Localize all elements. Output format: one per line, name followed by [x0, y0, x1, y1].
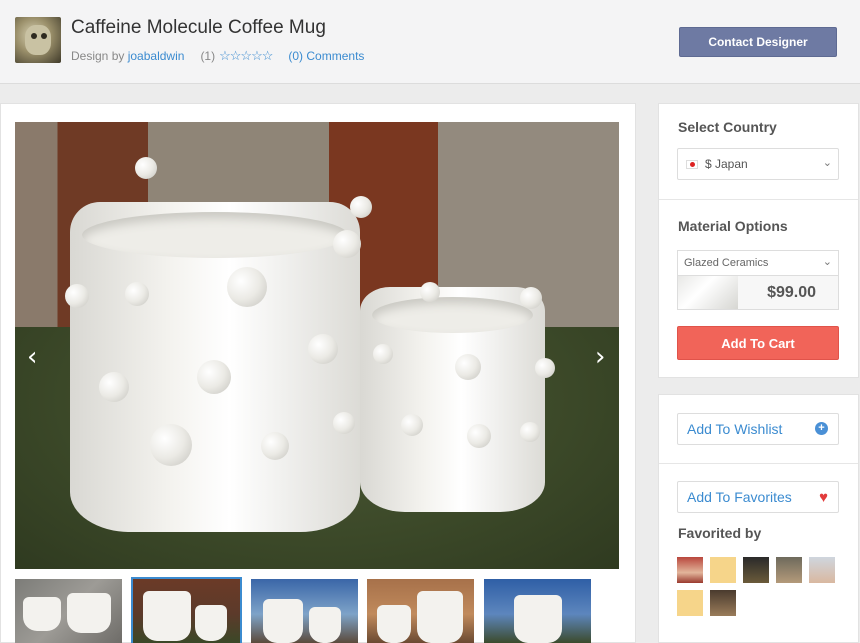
molecule-atom [125, 282, 149, 306]
avatar[interactable] [710, 557, 736, 583]
designer-avatar[interactable] [15, 17, 61, 63]
thumbnail[interactable] [484, 579, 591, 643]
design-by-label: Design by [71, 49, 125, 63]
purchase-panel: Select Country $ Japan ⌄ Material Option… [658, 103, 859, 378]
divider [659, 199, 858, 200]
molecule-atom [420, 282, 440, 302]
country-select[interactable]: $ Japan ⌄ [677, 148, 839, 180]
material-value: Glazed Ceramics [684, 257, 769, 269]
price-row: $99.00 [677, 276, 839, 310]
favorites-label: Add To Favorites [687, 489, 792, 505]
thumbnail[interactable] [15, 579, 122, 643]
molecule-atom [135, 157, 157, 179]
product-title: Caffeine Molecule Coffee Mug [71, 17, 326, 38]
rating-count: (1) [200, 49, 216, 63]
molecule-atom [333, 230, 361, 258]
gallery-next-arrow-icon[interactable]: › [595, 342, 605, 372]
material-options-label: Material Options [678, 218, 788, 234]
thumbnail-active[interactable] [131, 577, 242, 643]
molecule-atom [99, 372, 129, 402]
molecule-atom [333, 412, 355, 434]
molecule-atom [197, 360, 231, 394]
molecule-atom [150, 424, 192, 466]
molecule-atom [520, 422, 540, 442]
designer-link[interactable]: joabaldwin [128, 49, 185, 63]
thumbnail[interactable] [251, 579, 358, 643]
avatar-eye [41, 33, 47, 39]
product-photo[interactable]: ‹ › [15, 122, 619, 569]
molecule-atom [520, 287, 542, 309]
plus-icon: + [815, 422, 828, 435]
japan-flag-icon [686, 159, 698, 169]
mug-rim [82, 212, 348, 258]
rating-stars-icon[interactable]: ☆☆☆☆☆ [219, 48, 273, 64]
gallery-thumbnails [15, 577, 619, 643]
molecule-atom [308, 334, 338, 364]
add-to-cart-button[interactable]: Add To Cart [677, 326, 839, 360]
molecule-atom [467, 424, 491, 448]
avatar-face [25, 25, 51, 55]
avatar[interactable] [743, 557, 769, 583]
heart-icon: ♥ [819, 489, 828, 506]
chevron-down-icon: ⌄ [822, 157, 832, 169]
country-value: $ Japan [705, 157, 748, 171]
divider [659, 463, 858, 464]
product-meta: Design by joabaldwin (1) ☆☆☆☆☆ (0) Comme… [71, 48, 364, 64]
small-mug [360, 287, 545, 512]
molecule-atom [401, 414, 423, 436]
molecule-atom [535, 358, 555, 378]
wishlist-label: Add To Wishlist [687, 421, 783, 437]
social-panel: Add To Wishlist + Add To Favorites ♥ Fav… [658, 394, 859, 643]
add-to-wishlist-button[interactable]: Add To Wishlist + [677, 413, 839, 445]
molecule-atom [227, 267, 267, 307]
add-to-favorites-button[interactable]: Add To Favorites ♥ [677, 481, 839, 513]
avatar[interactable] [677, 590, 703, 616]
select-country-label: Select Country [678, 119, 777, 135]
thumbnail[interactable] [367, 579, 474, 643]
contact-designer-button[interactable]: Contact Designer [679, 27, 837, 57]
avatar[interactable] [776, 557, 802, 583]
avatar[interactable] [677, 557, 703, 583]
comments-link[interactable]: (0) Comments [288, 49, 364, 63]
molecule-atom [261, 432, 289, 460]
molecule-atom [455, 354, 481, 380]
chevron-down-icon: ⌄ [822, 256, 832, 268]
material-swatch [678, 276, 738, 309]
molecule-atom [65, 284, 89, 308]
price: $99.00 [767, 284, 816, 301]
molecule-atom [373, 344, 393, 364]
avatar[interactable] [710, 590, 736, 616]
mug-rim [372, 297, 533, 333]
material-select[interactable]: Glazed Ceramics ⌄ [677, 250, 839, 276]
molecule-atom [350, 196, 372, 218]
product-header: Caffeine Molecule Coffee Mug Design by j… [0, 0, 860, 84]
avatar[interactable] [809, 557, 835, 583]
avatar-eye [31, 33, 37, 39]
favorited-by-label: Favorited by [678, 525, 762, 541]
gallery-prev-arrow-icon[interactable]: ‹ [27, 342, 37, 372]
